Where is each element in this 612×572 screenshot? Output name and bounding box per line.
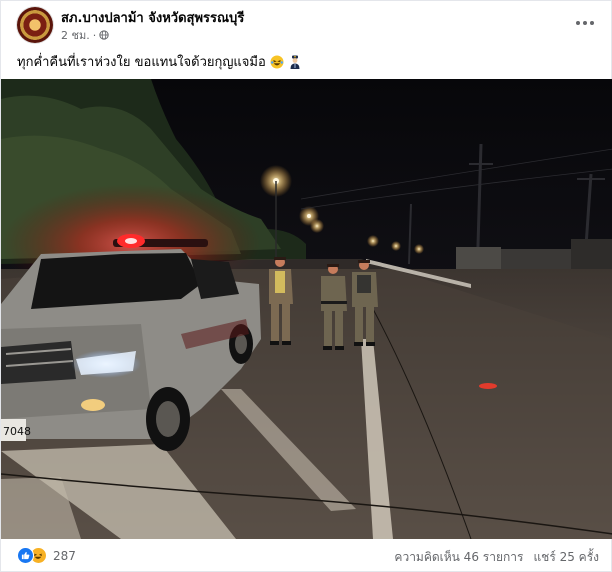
more-dot [583, 21, 587, 25]
meta-separator: · [92, 28, 97, 42]
post-header: สภ.บางปลาม้า จังหวัดสุพรรณบุรี 2 ชม. · [1, 1, 612, 45]
page-avatar[interactable] [17, 7, 53, 43]
police-officer-emoji [290, 55, 300, 69]
page-name[interactable]: สภ.บางปลาม้า จังหวัดสุพรรณบุรี [61, 7, 244, 28]
facebook-post: สภ.บางปลาม้า จังหวัดสุพรรณบุรี 2 ชม. · ท… [0, 0, 612, 572]
more-options-button[interactable] [571, 9, 599, 37]
globe-icon [99, 30, 109, 40]
engagement-stats: ความคิดเห็น 46 รายการ แชร์ 25 ครั้ง [394, 548, 599, 567]
post-footer: 287 ความคิดเห็น 46 รายการ แชร์ 25 ครั้ง [1, 541, 612, 572]
laughing-tears-emoji [270, 55, 284, 68]
license-plate-text: 7048 [3, 425, 31, 438]
more-dot [590, 21, 594, 25]
post-caption: ทุกค่ำคืนที่เราห่วงใย ขอแทนใจด้วยกุญแจมื… [17, 51, 302, 72]
caption-text: ทุกค่ำคืนที่เราห่วงใย ขอแทนใจด้วยกุญแจมื… [17, 55, 266, 70]
shares-count-link[interactable]: แชร์ 25 ครั้ง [533, 548, 599, 567]
more-dot [576, 21, 580, 25]
post-photo[interactable]: 7048 [1, 79, 612, 539]
reactions-summary[interactable]: 287 [17, 547, 76, 564]
comments-count-link[interactable]: ความคิดเห็น 46 รายการ [394, 548, 523, 567]
like-icon [17, 547, 34, 564]
post-time[interactable]: 2 ชม. [61, 26, 90, 44]
night-checkpoint-photo: 7048 [1, 79, 612, 539]
reaction-count: 287 [53, 548, 76, 563]
post-meta: 2 ชม. · [61, 26, 109, 44]
